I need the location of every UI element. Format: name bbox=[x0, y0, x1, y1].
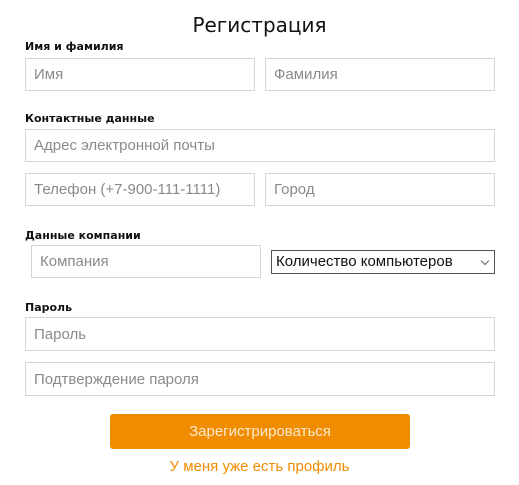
city-input[interactable] bbox=[265, 173, 495, 206]
contact-section-label: Контактные данные bbox=[25, 112, 155, 125]
password-section-label: Пароль bbox=[25, 301, 73, 314]
password-input[interactable] bbox=[25, 317, 495, 351]
name-section-label: Имя и фамилия bbox=[25, 40, 124, 53]
company-input[interactable] bbox=[31, 245, 261, 278]
computers-count-select[interactable]: Количество компьютеров bbox=[271, 250, 495, 274]
company-section-label: Данные компании bbox=[25, 229, 141, 242]
page-title: Регистрация bbox=[192, 13, 327, 37]
first-name-input[interactable] bbox=[25, 58, 255, 91]
confirm-password-input[interactable] bbox=[25, 362, 495, 396]
last-name-input[interactable] bbox=[265, 58, 495, 91]
register-button[interactable]: Зарегистрироваться bbox=[110, 414, 410, 449]
chevron-down-icon bbox=[480, 256, 490, 266]
computers-count-value: Количество компьютеров bbox=[276, 253, 453, 270]
phone-input[interactable] bbox=[25, 173, 255, 206]
existing-profile-link[interactable]: У меня уже есть профиль bbox=[0, 458, 519, 475]
email-input[interactable] bbox=[25, 129, 495, 162]
